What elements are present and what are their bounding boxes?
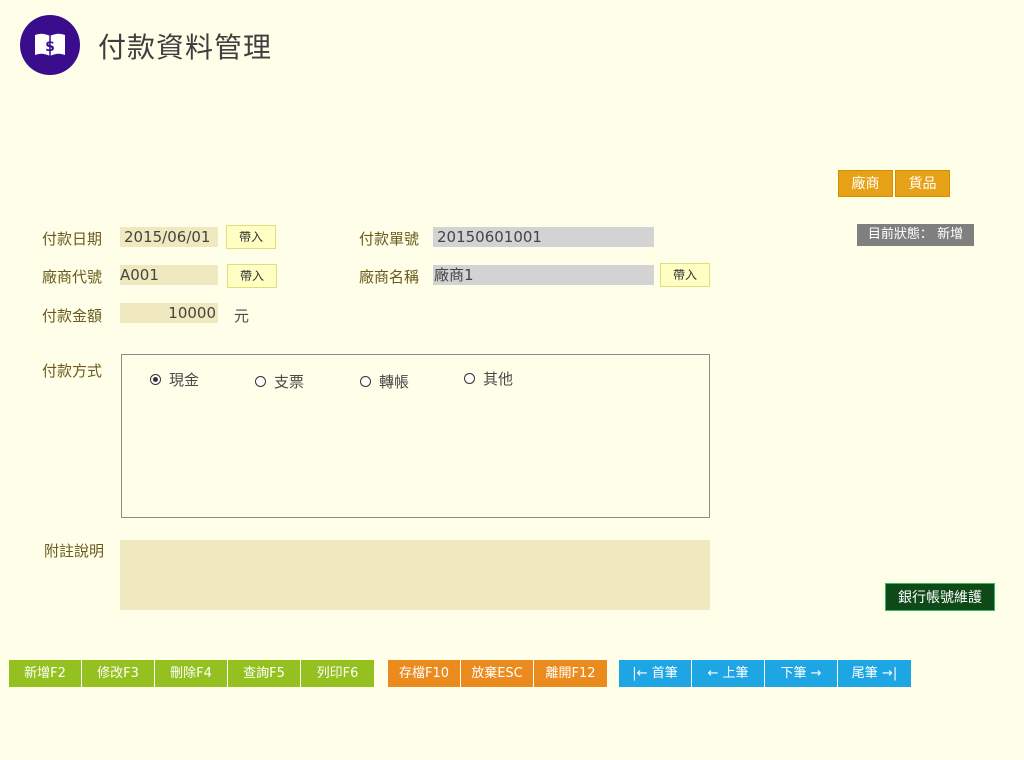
pay-no-label: 付款單號 xyxy=(359,230,420,248)
radio-transfer[interactable]: 轉帳 xyxy=(360,371,409,392)
vendor-name-label: 廠商名稱 xyxy=(359,268,420,286)
remarks-textarea[interactable] xyxy=(120,540,710,610)
radio-empty-icon xyxy=(360,376,371,387)
toolbar-save: 存檔F10 放棄ESC 離開F12 xyxy=(388,660,607,687)
vendor-code-label: 廠商代號 xyxy=(42,268,103,286)
discard-button[interactable]: 放棄ESC xyxy=(461,660,534,687)
remarks-label: 附註說明 xyxy=(44,542,105,560)
pay-method-box xyxy=(121,354,710,518)
save-button[interactable]: 存檔F10 xyxy=(388,660,461,687)
print-button[interactable]: 列印F6 xyxy=(301,660,374,687)
delete-button[interactable]: 刪除F4 xyxy=(155,660,228,687)
radio-selected-icon xyxy=(150,374,161,385)
next-record-button[interactable]: 下筆 → xyxy=(765,660,838,687)
vendor-button[interactable]: 廠商 xyxy=(838,170,893,197)
app-logo: $ xyxy=(20,15,80,75)
modify-button[interactable]: 修改F3 xyxy=(82,660,155,687)
vendor-name-import-button[interactable]: 帶入 xyxy=(660,263,710,287)
radio-empty-icon xyxy=(255,376,266,387)
page-title: 付款資料管理 xyxy=(98,31,273,64)
prev-record-button[interactable]: ← 上筆 xyxy=(692,660,765,687)
toolbar-nav: |← 首筆 ← 上筆 下筆 → 尾筆 →| xyxy=(619,660,911,687)
status-label: 目前狀態： xyxy=(867,227,933,242)
pay-date-import-button[interactable]: 帶入 xyxy=(226,225,276,249)
status-badge: 目前狀態： 新增 xyxy=(857,224,974,246)
last-record-button[interactable]: 尾筆 →| xyxy=(838,660,911,687)
amount-unit: 元 xyxy=(234,307,250,325)
vendor-code-import-button[interactable]: 帶入 xyxy=(227,264,277,288)
radio-transfer-label: 轉帳 xyxy=(379,373,410,391)
exit-button[interactable]: 離開F12 xyxy=(534,660,607,687)
status-value: 新增 xyxy=(937,227,964,242)
amount-field[interactable]: 10000 xyxy=(120,303,218,323)
amount-label: 付款金額 xyxy=(42,307,103,325)
pay-method-label: 付款方式 xyxy=(42,362,103,380)
radio-other[interactable]: 其他 xyxy=(464,368,513,389)
pay-no-field: 20150601001 xyxy=(433,227,654,247)
svg-text:$: $ xyxy=(45,39,55,55)
bank-account-button[interactable]: 銀行帳號維護 xyxy=(885,583,995,611)
radio-other-label: 其他 xyxy=(483,370,514,388)
pay-date-label: 付款日期 xyxy=(42,230,103,248)
book-money-icon: $ xyxy=(35,33,65,56)
radio-empty-icon xyxy=(464,373,475,384)
vendor-name-field: 廠商1 xyxy=(433,265,654,285)
radio-check-label: 支票 xyxy=(274,373,305,391)
radio-cash[interactable]: 現金 xyxy=(150,369,199,390)
add-button[interactable]: 新增F2 xyxy=(9,660,82,687)
radio-check[interactable]: 支票 xyxy=(255,371,304,392)
toolbar-edit: 新增F2 修改F3 刪除F4 查詢F5 列印F6 xyxy=(9,660,374,687)
goods-button[interactable]: 貨品 xyxy=(895,170,950,197)
first-record-button[interactable]: |← 首筆 xyxy=(619,660,692,687)
vendor-code-field[interactable]: A001 xyxy=(120,265,218,285)
query-button[interactable]: 查詢F5 xyxy=(228,660,301,687)
radio-cash-label: 現金 xyxy=(169,371,200,389)
pay-date-field[interactable]: 2015/06/01 xyxy=(120,227,218,247)
